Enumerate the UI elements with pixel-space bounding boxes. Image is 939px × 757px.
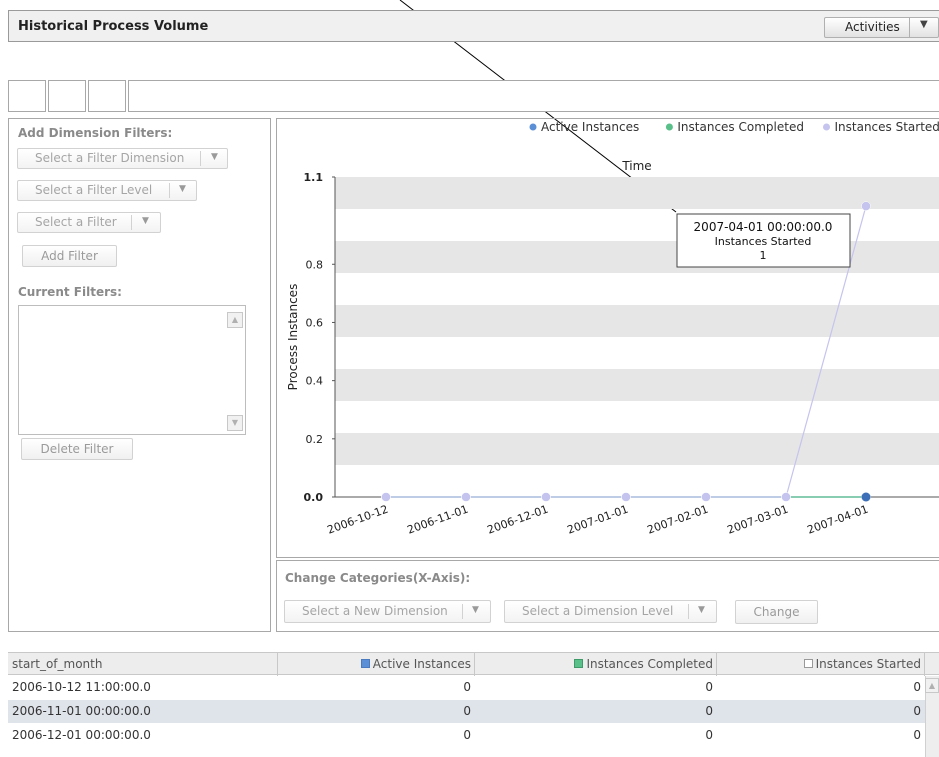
table-cell-date: 2006-11-01 00:00:00.0 <box>12 704 151 718</box>
new-dimension-label: Select a New Dimension <box>302 604 448 618</box>
x-tick-label: 2006-11-01 <box>405 503 470 537</box>
table-cell-completed: 0 <box>705 680 713 694</box>
table-row[interactable]: 2006-10-12 11:00:00.0 0 0 0 <box>8 676 939 699</box>
column-header-started[interactable]: Instances Started <box>717 653 925 676</box>
table-row[interactable]: 2006-11-01 00:00:00.0 0 0 0 <box>8 700 939 723</box>
grid-band <box>335 433 939 465</box>
column-header-start-of-month[interactable]: start_of_month <box>8 653 278 676</box>
table-cell-completed: 0 <box>705 704 713 718</box>
data-point <box>861 201 871 211</box>
legend-swatch <box>360 659 370 668</box>
new-dimension-select[interactable]: Select a New Dimension ▼ <box>284 600 491 623</box>
chart-title: Time <box>621 159 651 173</box>
column-header-label: start_of_month <box>12 657 103 671</box>
y-tick-label: 0.0 <box>304 491 324 504</box>
y-tick-label: 0.8 <box>306 258 324 271</box>
legend-marker <box>529 123 537 131</box>
tooltip-line: 2007-04-01 00:00:00.0 <box>694 220 833 234</box>
y-tick-label: 0.4 <box>306 375 324 388</box>
tooltip-line: 1 <box>760 249 767 262</box>
x-tick-label: 2007-04-01 <box>805 503 870 537</box>
table-cell-active: 0 <box>463 728 471 742</box>
change-categories-title: Change Categories(X-Axis): <box>285 571 471 585</box>
table-row[interactable]: 2006-12-01 00:00:00.0 0 0 0 <box>8 724 939 747</box>
x-tick-label: 2007-01-01 <box>565 503 630 537</box>
x-tick-label: 2006-12-01 <box>485 503 550 537</box>
table-cell-completed: 0 <box>705 728 713 742</box>
y-tick-label: 0.6 <box>306 316 324 329</box>
column-header-label: Active Instances <box>372 657 471 671</box>
grid-band <box>335 177 939 209</box>
data-point <box>381 492 391 502</box>
x-tick-label: 2007-03-01 <box>725 503 790 537</box>
scroll-up-icon[interactable]: ▲ <box>925 678 939 693</box>
table-cell-date: 2006-12-01 00:00:00.0 <box>12 728 151 742</box>
data-point <box>461 492 471 502</box>
table-cell-active: 0 <box>463 704 471 718</box>
column-header-completed[interactable]: Instances Completed <box>475 653 717 676</box>
legend-marker <box>665 123 673 131</box>
legend-label: Instances Started <box>835 120 939 134</box>
data-point <box>621 492 631 502</box>
data-point <box>781 492 791 502</box>
table-cell-started: 0 <box>913 728 921 742</box>
chevron-down-icon: ▼ <box>472 605 479 615</box>
table-cell-date: 2006-10-12 11:00:00.0 <box>12 680 151 694</box>
dimension-level-select[interactable]: Select a Dimension Level ▼ <box>504 600 717 623</box>
legend-label: Instances Completed <box>677 120 804 134</box>
legend-swatch <box>803 659 813 668</box>
column-header-active[interactable]: Active Instances <box>278 653 475 676</box>
legend-label: Active Instances <box>541 120 639 134</box>
data-point <box>861 492 871 502</box>
table-cell-active: 0 <box>463 680 471 694</box>
legend-marker <box>823 123 830 131</box>
dropdown-separator <box>688 604 689 619</box>
chevron-down-icon: ▼ <box>698 605 705 615</box>
legend-swatch <box>574 659 584 668</box>
process-volume-chart: 0.0 0.2 0.4 0.6 0.8 1.1 Process Instances Time 2… <box>286 120 939 537</box>
y-tick-label: 0.2 <box>306 433 324 446</box>
x-tick-label: 2006-10-12 <box>325 503 390 537</box>
table-header-row: start_of_month Active Instances Instance… <box>8 652 939 676</box>
dimension-level-label: Select a Dimension Level <box>522 604 674 618</box>
column-header-label: Instances Completed <box>586 657 713 671</box>
y-axis-title: Process Instances <box>286 284 300 391</box>
y-tick-label: 1.1 <box>304 171 324 184</box>
tooltip-line: Instances Started <box>715 235 812 248</box>
grid-band <box>335 305 939 337</box>
change-button[interactable]: Change <box>735 600 818 624</box>
dropdown-separator <box>462 604 463 619</box>
table-cell-started: 0 <box>913 680 921 694</box>
x-tick-label: 2007-02-01 <box>645 503 710 537</box>
data-point <box>701 492 711 502</box>
data-point <box>541 492 551 502</box>
table-cell-started: 0 <box>913 704 921 718</box>
column-header-label: Instances Started <box>815 657 921 671</box>
grid-band <box>335 369 939 401</box>
